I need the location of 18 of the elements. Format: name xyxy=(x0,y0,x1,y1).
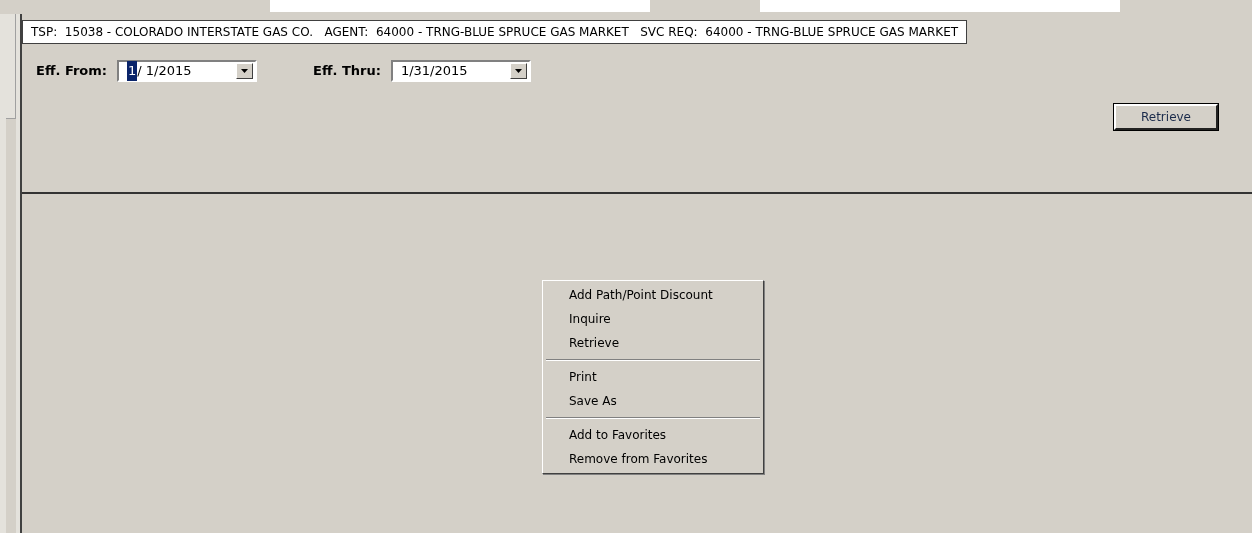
selected-text: 1 xyxy=(127,61,138,81)
date-text: 1/31/2015 xyxy=(400,62,468,81)
toolbar-field[interactable] xyxy=(760,0,1120,12)
field-label: Eff. From: xyxy=(36,62,107,81)
menu-item[interactable]: Remove from Favorites xyxy=(543,447,763,471)
menu-item[interactable]: Add Path/Point Discount xyxy=(543,283,763,307)
toolbar-field[interactable] xyxy=(270,0,650,12)
menu-item[interactable]: Print xyxy=(543,365,763,389)
date-text: / 1/2015 xyxy=(137,62,192,81)
header-bar: TSP: 15038 - COLORADO INTERSTATE GAS CO. AGENT: 64000 - TRNG-BLUE SPRUCE GAS MARKET SVC REQ: 64000 - TRNG-BLUE SPRUCE GAS MARKET xyxy=(22,20,968,44)
menu-item[interactable]: Save As xyxy=(543,389,763,413)
menu-item[interactable]: Add to Favorites xyxy=(543,423,763,447)
menu-item[interactable]: Retrieve xyxy=(543,331,763,355)
menu-item[interactable]: Inquire xyxy=(543,307,763,331)
retrieve-button[interactable]: Retrieve xyxy=(1114,104,1218,130)
date-picker[interactable]: 1/31/2015 xyxy=(390,60,531,82)
field-label: Eff. Thru: xyxy=(313,62,381,81)
date-picker[interactable]: 1/ 1/2015 xyxy=(117,60,257,82)
